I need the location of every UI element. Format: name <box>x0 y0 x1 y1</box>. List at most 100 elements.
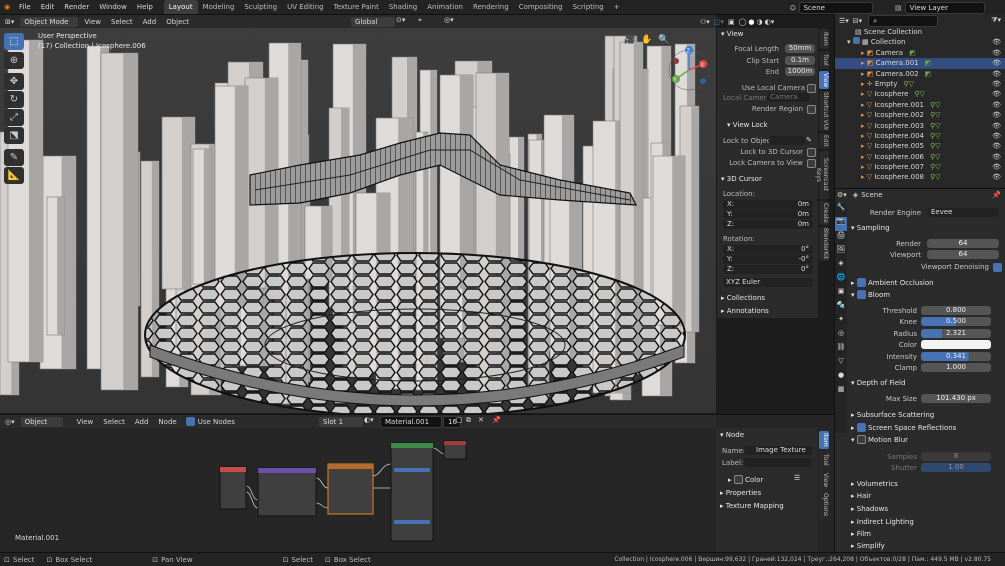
visibility-eye-icon[interactable]: 👁 <box>992 152 1001 162</box>
rotation-x-field[interactable]: X: 0° <box>723 245 813 254</box>
tab-sculpting[interactable]: Sculpting <box>239 0 282 14</box>
tool-tab-icon[interactable]: 🔧 <box>835 203 847 217</box>
visibility-eye-icon[interactable]: 👁 <box>992 58 1001 68</box>
solid-shading-icon[interactable]: ● <box>748 18 754 26</box>
tab-texture-paint[interactable]: Texture Paint <box>329 0 384 14</box>
node-material-output[interactable] <box>443 440 467 460</box>
visibility-eye-icon[interactable]: 👁 <box>992 100 1001 110</box>
threshold-field[interactable]: 0.800 <box>921 306 991 315</box>
transform-tool-icon[interactable]: ⬔ <box>4 127 24 144</box>
node-menu-add[interactable]: Add <box>130 415 154 429</box>
tab-screencast-keys[interactable]: Screencast Keys <box>815 151 829 199</box>
move-tool-icon[interactable]: ✥ <box>4 73 24 90</box>
viewport-menu-add[interactable]: Add <box>138 15 162 29</box>
rotation-y-field[interactable]: Y: -0° <box>723 255 813 264</box>
slot-selector[interactable]: Slot 1 <box>318 416 364 428</box>
scale-tool-icon[interactable]: ⤢ <box>4 109 24 126</box>
lock-camera-checkbox[interactable] <box>807 159 816 168</box>
outliner-item[interactable]: ▸ ▽ Icosphere.008 ⚲▽ 👁 <box>835 172 1005 182</box>
constraints-tab-icon[interactable]: ⛓ <box>835 343 847 357</box>
use-nodes-checkbox[interactable] <box>185 417 195 426</box>
visibility-eye-icon[interactable]: 👁 <box>992 131 1001 141</box>
visibility-eye-icon[interactable]: 👁 <box>992 121 1001 131</box>
collection-row[interactable]: ▾ ▦ Collection 👁 <box>835 37 1005 47</box>
menu-help[interactable]: Help <box>132 0 158 14</box>
rotation-z-field[interactable]: Z: 0° <box>723 265 813 274</box>
tab-shortcut-vur[interactable]: Shortcut VUr <box>819 91 829 131</box>
material-browse-icon[interactable]: ◐▾ <box>364 416 374 424</box>
bloom-section-header[interactable]: ▾ Bloom <box>851 290 890 299</box>
knee-slider[interactable]: 0.500 <box>921 317 991 326</box>
measure-tool-icon[interactable]: 📐 <box>4 167 24 184</box>
node-menu-view[interactable]: View <box>72 415 99 429</box>
outliner-item[interactable]: ▸ ◩ Camera.002 ◩ 👁 <box>835 69 1005 79</box>
pin-icon[interactable]: 📌 <box>992 191 1001 199</box>
data-tab-icon[interactable]: ▽ <box>835 357 847 371</box>
menu-edit[interactable]: Edit <box>36 0 60 14</box>
outliner-item[interactable]: ▸ ✛ Empty ⚲▽ 👁 <box>835 79 1005 89</box>
cursor-y-field[interactable]: Y: 0m <box>723 210 813 219</box>
outliner-item[interactable]: ▸ ▽ Icosphere.002 ⚲▽ 👁 <box>835 110 1005 120</box>
view-layer-tab-icon[interactable]: 🖼 <box>835 245 847 259</box>
scene-selector[interactable]: Scene <box>798 2 873 14</box>
view-lock-section-header[interactable]: ▾ View Lock <box>727 121 768 129</box>
select-box-tool-icon[interactable]: ⬚ <box>4 33 24 50</box>
outliner-item[interactable]: ▸ ▽ Icosphere.001 ⚲▽ 👁 <box>835 100 1005 110</box>
menu-render[interactable]: Render <box>59 0 94 14</box>
samples-field[interactable]: 8 <box>921 452 991 461</box>
indirect-lighting-section-header[interactable]: ▸ Indirect Lighting <box>851 518 914 526</box>
rendered-shading-icon[interactable]: ◐▾ <box>765 18 775 26</box>
node-color-checkbox[interactable] <box>733 475 743 484</box>
tab-scripting[interactable]: Scripting <box>568 0 609 14</box>
outliner-editor-icon[interactable]: ☰▾ <box>839 17 849 25</box>
xray-icon[interactable]: ▣ <box>728 18 735 26</box>
bloom-color-swatch[interactable] <box>921 340 991 349</box>
dof-section-header[interactable]: ▾ Depth of Field <box>851 379 905 387</box>
intensity-slider[interactable]: 0.341 <box>921 352 991 361</box>
visibility-eye-icon[interactable]: 👁 <box>992 79 1001 89</box>
node-tab-options[interactable]: Options <box>819 491 829 519</box>
visibility-eye-icon[interactable]: 👁 <box>992 141 1001 151</box>
tab-shading[interactable]: Shading <box>384 0 422 14</box>
proportional-edit-icon[interactable]: ◎▾ <box>444 16 454 24</box>
outliner-item[interactable]: ▸ ▽ Icosphere.007 ⚲▽ 👁 <box>835 162 1005 172</box>
eyedropper-icon[interactable]: ✎ <box>806 136 812 144</box>
rotation-mode-selector[interactable]: XYZ Euler <box>723 278 813 287</box>
tab-view[interactable]: View <box>819 71 829 89</box>
node-section-header[interactable]: ▾ Node <box>720 431 744 439</box>
unlink-material-icon[interactable]: ✕ <box>478 416 484 424</box>
node-graph[interactable] <box>0 428 716 553</box>
gizmo-icon[interactable]: ◫▾ <box>714 18 724 26</box>
node-object-selector[interactable]: Object <box>19 415 64 428</box>
shader-node-editor[interactable]: ◎▾ Object View Select Add Node Use Nodes… <box>0 414 834 553</box>
snap-icon[interactable]: ⌖ <box>418 16 422 25</box>
hair-section-header[interactable]: ▸ Hair <box>851 492 871 500</box>
outliner-item[interactable]: ▸ ▽ Icosphere.004 ⚲▽ 👁 <box>835 131 1005 141</box>
properties-editor-icon[interactable]: ⚙▾ <box>837 191 847 199</box>
annotations-section-header[interactable]: ▸ Annotations <box>721 307 769 315</box>
menu-window[interactable]: Window <box>94 0 132 14</box>
object-tab-icon[interactable]: ▣ <box>835 287 847 301</box>
node-properties-section-header[interactable]: ▸ Properties <box>720 489 761 497</box>
outliner-item[interactable]: ▸ ▽ Icosphere.005 ⚲▽ 👁 <box>835 141 1005 151</box>
visibility-eye-icon[interactable]: 👁 <box>992 69 1001 79</box>
sss-section-header[interactable]: ▸ Subsurface Scattering <box>851 411 934 419</box>
use-local-camera-checkbox[interactable] <box>807 84 816 93</box>
tab-layout[interactable]: Layout <box>163 0 198 14</box>
viewport-samples-field[interactable]: 64 <box>927 250 999 259</box>
ssr-checkbox[interactable] <box>856 423 866 432</box>
rotate-tool-icon[interactable]: ↻ <box>4 91 24 108</box>
visibility-eye-icon[interactable]: 👁 <box>992 89 1001 99</box>
node-image-texture[interactable] <box>327 463 374 515</box>
visibility-eye-icon[interactable]: 👁 <box>992 162 1001 172</box>
tab-uv-editing[interactable]: UV Editing <box>282 0 329 14</box>
clamp-field[interactable]: 1.000 <box>921 363 991 372</box>
node-texture-coordinate[interactable] <box>219 466 247 510</box>
particles-tab-icon[interactable]: ✦ <box>835 315 847 329</box>
scene-tab-icon[interactable]: ◈ <box>835 259 847 273</box>
ambient-occlusion-checkbox[interactable] <box>856 278 866 287</box>
add-workspace-button[interactable]: + <box>609 0 625 14</box>
node-mapping[interactable] <box>257 467 317 517</box>
filter-icon[interactable]: ⧩▾ <box>991 16 1001 25</box>
ambient-occlusion-section-header[interactable]: ▸ Ambient Occlusion <box>851 278 934 287</box>
